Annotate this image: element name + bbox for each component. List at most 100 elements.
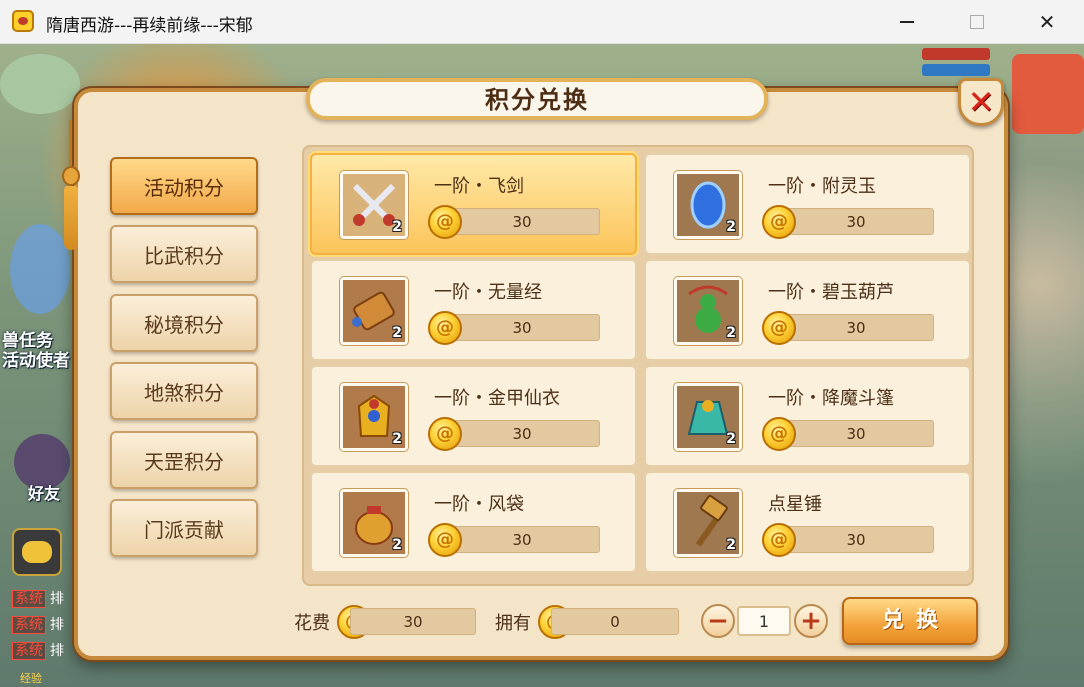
item-card[interactable]: 2 一阶・降魔斗篷 30	[644, 365, 971, 467]
coin-icon	[428, 523, 462, 557]
price-bar: 30	[444, 208, 600, 235]
chat-line: 系统排	[12, 614, 64, 634]
price-bar: 30	[778, 420, 934, 447]
coin-icon	[428, 205, 462, 239]
decrease-quantity-button[interactable]: −	[701, 604, 735, 638]
tassel-decoration	[60, 120, 82, 250]
price-bar: 30	[778, 314, 934, 341]
chat-line: 系统排	[12, 640, 64, 660]
hp-bar	[922, 48, 990, 60]
item-card[interactable]: 2 一阶・碧玉葫芦 30	[644, 259, 971, 361]
item-price: 30	[512, 213, 532, 231]
chat-bubble-icon	[22, 541, 52, 563]
coin-icon	[762, 523, 796, 557]
item-count: 2	[726, 537, 736, 553]
close-icon: ✕	[967, 83, 995, 121]
dialog-header: 积分兑换	[306, 78, 768, 120]
item-price: 30	[512, 425, 532, 443]
close-icon: ✕	[1038, 10, 1056, 34]
item-count: 2	[726, 219, 736, 235]
window-title: 隋唐西游---再续前缘---宋郁	[46, 16, 253, 36]
item-slot: 2	[674, 171, 742, 239]
quest-npc-text[interactable]: 活动使者	[2, 346, 70, 371]
minimize-button[interactable]	[872, 0, 942, 44]
scene-decoration	[0, 54, 80, 114]
item-name: 一阶・飞剑	[434, 176, 524, 197]
chat-text: 排	[50, 591, 64, 607]
item-name: 一阶・降魔斗篷	[768, 388, 894, 409]
item-count: 2	[392, 219, 402, 235]
item-slot: 2	[674, 489, 742, 557]
window-close-button[interactable]: ✕	[1012, 0, 1082, 44]
exchange-button[interactable]: 兑换	[842, 597, 978, 645]
item-card[interactable]: 2 一阶・金甲仙衣 30	[310, 365, 637, 467]
price-bar: 30	[444, 526, 600, 553]
price-bar: 30	[444, 420, 600, 447]
nav-tiangang-points[interactable]: 天罡积分	[110, 431, 258, 489]
window-titlebar: 隋唐西游---再续前缘---宋郁 ✕	[0, 0, 1084, 44]
cost-label: 花费	[294, 613, 330, 634]
item-slot: 2	[340, 171, 408, 239]
item-card[interactable]: 2 一阶・无量经 30	[310, 259, 637, 361]
maximize-button[interactable]	[942, 0, 1012, 44]
mp-bar	[922, 64, 990, 76]
owned-label: 拥有	[495, 613, 531, 634]
item-slot: 2	[674, 277, 742, 345]
item-name: 一阶・无量经	[434, 282, 542, 303]
chat-tag: 系统	[12, 642, 46, 660]
exp-label: 经验	[20, 672, 42, 685]
item-price: 30	[846, 531, 866, 549]
item-card[interactable]: 2 一阶・飞剑 30	[310, 153, 637, 255]
item-price: 30	[846, 213, 866, 231]
item-slot: 2	[674, 383, 742, 451]
item-count: 2	[392, 325, 402, 341]
price-bar: 30	[778, 208, 934, 235]
item-price: 30	[512, 319, 532, 337]
chat-text: 排	[50, 617, 64, 633]
coin-icon	[762, 205, 796, 239]
chat-line: 系统排	[12, 588, 64, 608]
nav-secret-realm-points[interactable]: 秘境积分	[110, 294, 258, 352]
item-name: 一阶・风袋	[434, 494, 524, 515]
chat-text: 排	[50, 643, 64, 659]
increase-quantity-button[interactable]: +	[794, 604, 828, 638]
cost-value: 30	[350, 608, 476, 635]
item-card[interactable]: 2 点星锤 30	[644, 471, 971, 573]
maximize-icon	[970, 15, 984, 29]
price-bar: 30	[778, 526, 934, 553]
item-slot: 2	[340, 489, 408, 557]
item-name: 一阶・附灵玉	[768, 176, 876, 197]
coin-icon	[428, 311, 462, 345]
item-name: 一阶・碧玉葫芦	[768, 282, 894, 303]
item-count: 2	[392, 431, 402, 447]
dialog-title: 积分兑换	[485, 86, 589, 114]
dialog-close-button[interactable]: ✕	[958, 78, 1004, 126]
item-price: 30	[512, 531, 532, 549]
item-count: 2	[726, 325, 736, 341]
nav-activity-points[interactable]: 活动积分	[110, 157, 258, 215]
item-card[interactable]: 2 一阶・风袋 30	[310, 471, 637, 573]
nav-arena-points[interactable]: 比武积分	[110, 225, 258, 283]
chat-button[interactable]	[12, 528, 62, 576]
owned-value: 0	[551, 608, 679, 635]
item-slot: 2	[340, 277, 408, 345]
price-bar: 30	[444, 314, 600, 341]
quantity-input[interactable]	[737, 606, 791, 636]
chat-tag: 系统	[12, 616, 46, 634]
coin-icon	[762, 311, 796, 345]
item-name: 点星锤	[768, 494, 822, 515]
item-count: 2	[392, 537, 402, 553]
nav-disha-points[interactable]: 地煞积分	[110, 362, 258, 420]
friends-label[interactable]: 好友	[28, 480, 60, 504]
chat-tag: 系统	[12, 590, 46, 608]
app-icon	[12, 10, 34, 32]
coin-icon	[762, 417, 796, 451]
item-count: 2	[726, 431, 736, 447]
player-avatar[interactable]	[1012, 54, 1084, 134]
item-slot: 2	[340, 383, 408, 451]
item-name: 一阶・金甲仙衣	[434, 388, 560, 409]
minimize-icon	[900, 21, 914, 23]
item-card[interactable]: 2 一阶・附灵玉 30	[644, 153, 971, 255]
item-price: 30	[846, 425, 866, 443]
nav-sect-contribution[interactable]: 门派贡献	[110, 499, 258, 557]
